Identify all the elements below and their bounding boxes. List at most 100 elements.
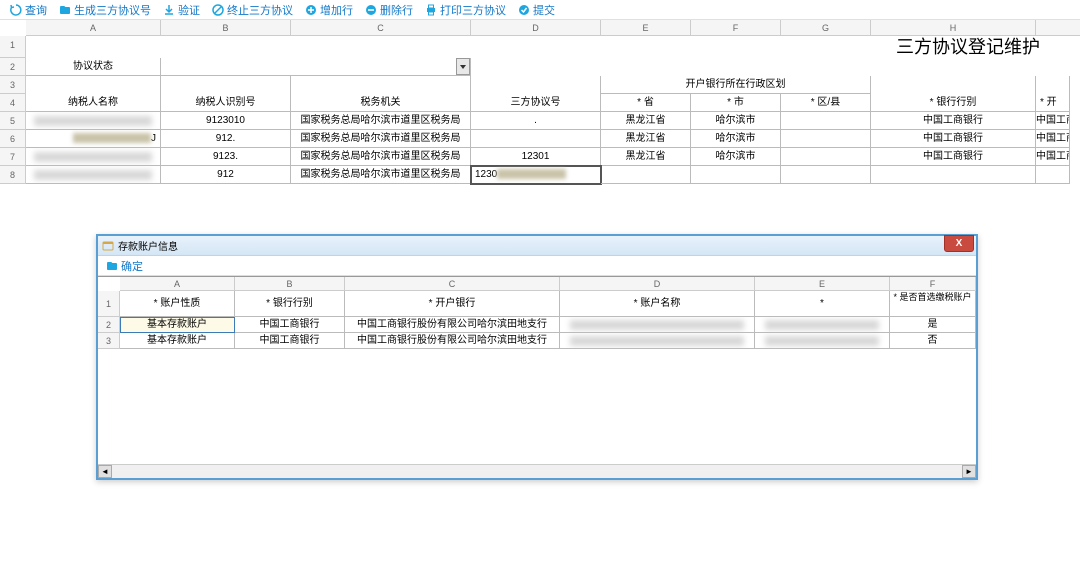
cell-province[interactable]: 黑龙江省	[601, 148, 691, 166]
table-row[interactable]: 912 国家税务总局哈尔滨市道里区税务局 1230	[26, 166, 1080, 184]
cell-city[interactable]: 哈尔滨市	[691, 112, 781, 130]
ic-col-e[interactable]	[755, 317, 890, 333]
inner-body: * 账户性质 * 银行行别 * 开户银行 * 账户名称 * * 是否首选缴税账户…	[120, 291, 976, 349]
cell-name[interactable]: J	[26, 130, 161, 148]
row-header[interactable]: 3	[0, 76, 26, 94]
cell-county[interactable]	[781, 112, 871, 130]
col-header[interactable]: G	[781, 20, 871, 35]
ic-preferred[interactable]: 是	[890, 317, 976, 333]
dialog-titlebar[interactable]: 存款账户信息 X	[98, 236, 976, 256]
cell-agreement-selected[interactable]: 1230	[471, 166, 601, 184]
row-header[interactable]: 2	[0, 58, 26, 76]
col-header[interactable]: C	[291, 20, 471, 35]
cell-open-bank[interactable]: 中国工商银行	[1036, 130, 1070, 148]
cell-county[interactable]	[781, 130, 871, 148]
ic-open-bank[interactable]: 中国工商银行股份有限公司哈尔滨田地支行	[345, 333, 560, 349]
cell-agreement[interactable]: .	[471, 112, 601, 130]
query-button[interactable]: 查询	[6, 2, 51, 18]
cell-city[interactable]: 哈尔滨市	[691, 130, 781, 148]
cell-id[interactable]: 912	[161, 166, 291, 184]
inner-row-header[interactable]: 1	[98, 291, 120, 317]
row-header[interactable]: 5	[0, 112, 26, 130]
cell-id[interactable]: 9123.	[161, 148, 291, 166]
col-header[interactable]: F	[691, 20, 781, 35]
cell-open-bank[interactable]: 中国工商银行	[1036, 148, 1070, 166]
status-dropdown[interactable]	[161, 58, 471, 76]
row-header[interactable]: 4	[0, 94, 26, 112]
cell-authority[interactable]: 国家税务总局哈尔滨市道里区税务局	[291, 130, 471, 148]
table-row[interactable]: 9123010 国家税务总局哈尔滨市道里区税务局 . 黑龙江省 哈尔滨市 中国工…	[26, 112, 1080, 130]
ic-col-e[interactable]	[755, 333, 890, 349]
inner-table-row[interactable]: 基本存款账户 中国工商银行 中国工商银行股份有限公司哈尔滨田地支行 是	[120, 317, 976, 333]
row-header[interactable]: 1	[0, 36, 26, 58]
cell-province[interactable]	[601, 166, 691, 184]
inner-col-header[interactable]: A	[120, 277, 235, 290]
scroll-left-button[interactable]: ◄	[98, 465, 112, 478]
col-header[interactable]: H	[871, 20, 1036, 35]
col-header[interactable]: A	[26, 20, 161, 35]
cell-city[interactable]: 哈尔滨市	[691, 148, 781, 166]
scroll-right-button[interactable]: ►	[962, 465, 976, 478]
ic-open-bank[interactable]: 中国工商银行股份有限公司哈尔滨田地支行	[345, 317, 560, 333]
cell-name[interactable]	[26, 148, 161, 166]
dialog-close-button[interactable]: X	[944, 235, 974, 252]
th-taxpayer-name: 纳税人名称	[26, 94, 161, 112]
inner-col-header[interactable]: F	[890, 277, 976, 290]
row-header[interactable]: 7	[0, 148, 26, 166]
add-row-button[interactable]: 增加行	[301, 2, 357, 18]
cell-id[interactable]: 9123010	[161, 112, 291, 130]
cell-agreement[interactable]: 12301	[471, 148, 601, 166]
inner-row-header[interactable]: 3	[98, 333, 120, 349]
submit-button[interactable]: 提交	[514, 2, 559, 18]
ic-preferred[interactable]: 否	[890, 333, 976, 349]
dialog-h-scrollbar[interactable]: ◄ ►	[98, 464, 976, 478]
cell-county[interactable]	[781, 148, 871, 166]
col-header[interactable]: E	[601, 20, 691, 35]
cell-bank-type[interactable]: 中国工商银行	[871, 148, 1036, 166]
confirm-button[interactable]: 确定	[102, 258, 147, 274]
inner-col-header[interactable]: D	[560, 277, 755, 290]
query-label: 查询	[25, 2, 47, 18]
status-row: 协议状态	[26, 58, 1080, 76]
delete-row-button[interactable]: 删除行	[361, 2, 417, 18]
cell-authority[interactable]: 国家税务总局哈尔滨市道里区税务局	[291, 112, 471, 130]
ic-account-type[interactable]: 基本存款账户	[120, 333, 235, 349]
cell-id[interactable]: 912.	[161, 130, 291, 148]
cell-agreement[interactable]	[471, 130, 601, 148]
inner-col-header[interactable]: B	[235, 277, 345, 290]
print-button[interactable]: 打印三方协议	[421, 2, 510, 18]
col-header[interactable]: D	[471, 20, 601, 35]
cell-bank-type[interactable]	[871, 166, 1036, 184]
row-header[interactable]: 6	[0, 130, 26, 148]
cell-name[interactable]	[26, 166, 161, 184]
cell-open-bank[interactable]	[1036, 166, 1070, 184]
inner-table-row[interactable]: 基本存款账户 中国工商银行 中国工商银行股份有限公司哈尔滨田地支行 否	[120, 333, 976, 349]
cell-province[interactable]: 黑龙江省	[601, 130, 691, 148]
cell-city[interactable]	[691, 166, 781, 184]
inner-row-header[interactable]: 2	[98, 317, 120, 333]
dropdown-icon[interactable]	[456, 58, 470, 75]
col-header[interactable]: B	[161, 20, 291, 35]
ic-account-name[interactable]	[560, 333, 755, 349]
ic-account-name[interactable]	[560, 317, 755, 333]
cell-bank-type[interactable]: 中国工商银行	[871, 130, 1036, 148]
terminate-button[interactable]: 终止三方协议	[208, 2, 297, 18]
generate-agreement-button[interactable]: 生成三方协议号	[55, 2, 155, 18]
cell-name[interactable]	[26, 112, 161, 130]
ic-bank-type[interactable]: 中国工商银行	[235, 317, 345, 333]
ic-bank-type[interactable]: 中国工商银行	[235, 333, 345, 349]
cell-authority[interactable]: 国家税务总局哈尔滨市道里区税务局	[291, 166, 471, 184]
cell-county[interactable]	[781, 166, 871, 184]
th-county: * 区/县	[781, 94, 871, 112]
row-header[interactable]: 8	[0, 166, 26, 184]
ic-account-type[interactable]: 基本存款账户	[120, 317, 235, 333]
table-row[interactable]: J 912. 国家税务总局哈尔滨市道里区税务局 黑龙江省 哈尔滨市 中国工商银行…	[26, 130, 1080, 148]
verify-button[interactable]: 验证	[159, 2, 204, 18]
cell-authority[interactable]: 国家税务总局哈尔滨市道里区税务局	[291, 148, 471, 166]
cell-open-bank[interactable]: 中国工商银行	[1036, 112, 1070, 130]
table-row[interactable]: 9123. 国家税务总局哈尔滨市道里区税务局 12301 黑龙江省 哈尔滨市 中…	[26, 148, 1080, 166]
inner-col-header[interactable]: E	[755, 277, 890, 290]
inner-col-header[interactable]: C	[345, 277, 560, 290]
cell-bank-type[interactable]: 中国工商银行	[871, 112, 1036, 130]
cell-province[interactable]: 黑龙江省	[601, 112, 691, 130]
